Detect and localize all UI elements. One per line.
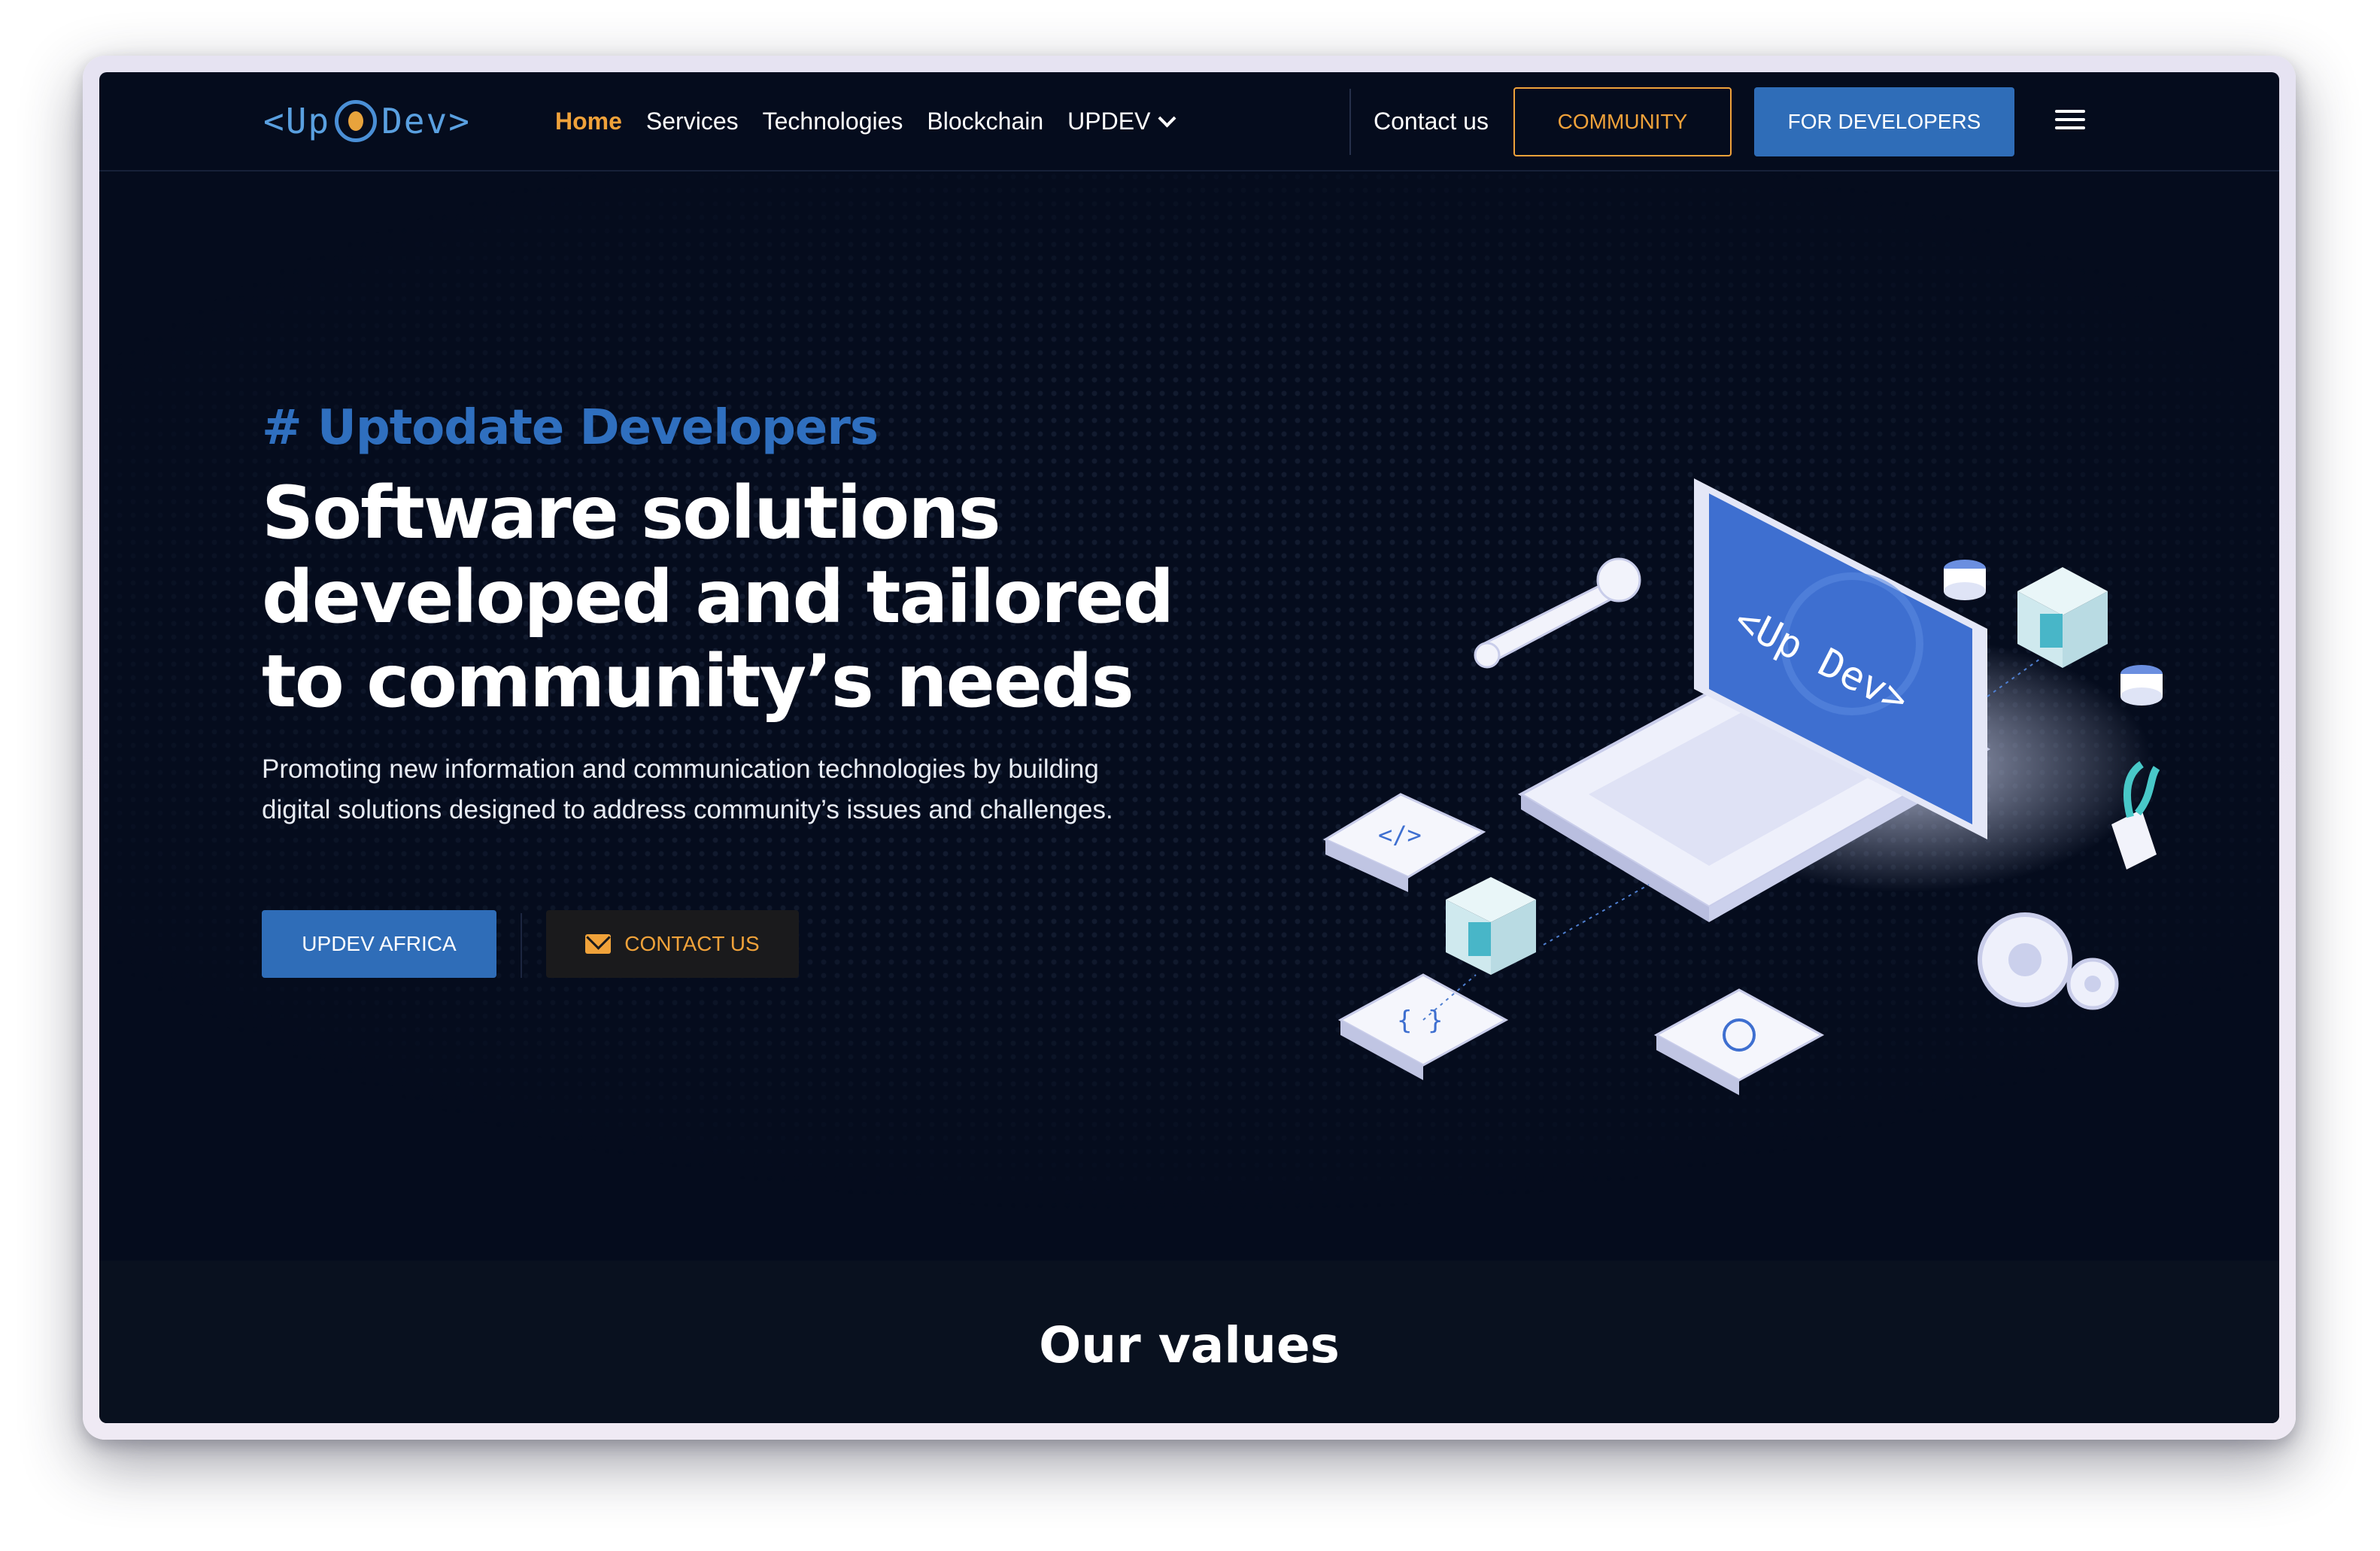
nav-technologies[interactable]: Technologies [763,102,903,140]
code-tile-icon: </> [1322,793,1486,892]
hero-subtext: Promoting new information and communicat… [262,754,1113,824]
braces-tile-label: { } [1397,1006,1443,1036]
database-icon-2 [2120,665,2163,706]
logo[interactable]: < Up Dev > [263,95,471,147]
logo-bracket-left: < [263,101,286,141]
community-button[interactable]: COMMUNITY [1513,87,1732,156]
code-tile-label: </> [1378,821,1422,849]
hero-headline: Software solutions developed and tailore… [262,471,1174,724]
updev-africa-button[interactable]: UPDEV AFRICA [262,910,496,978]
nav-updev-label: UPDEV [1067,108,1151,135]
cube-icon [1446,877,1536,975]
contact-us-label: CONTACT US [624,932,760,955]
for-developers-button[interactable]: FOR DEVELOPERS [1754,87,2014,156]
puzzle-tile-icon [1653,988,1825,1095]
hamburger-icon[interactable] [2055,110,2085,134]
cube-icon-2 [2017,567,2108,668]
braces-tile-icon: { } [1337,973,1509,1080]
hero-tagline: # Uptodate Developers [262,400,879,456]
logo-bracket-right: > [448,101,471,141]
page-window: < Up Dev > Home Services Technologies Bl… [99,72,2279,1423]
nav-home[interactable]: Home [555,102,622,140]
nav-blockchain[interactable]: Blockchain [927,102,1043,140]
gear-icon [1978,912,2119,1010]
logo-text-up: Up [285,101,331,141]
nav-updev-dropdown[interactable]: UPDEV [1067,102,1176,140]
chevron-down-icon [1158,109,1176,128]
nav-divider [1349,89,1351,155]
nav-contact-link[interactable]: Contact us [1374,102,1489,140]
nav-services[interactable]: Services [646,102,739,140]
connector-line [1543,884,1650,945]
mail-icon [585,934,612,954]
contact-us-button[interactable]: CONTACT US [546,910,799,978]
database-icon [1944,560,1986,600]
logo-bulb-icon [335,100,378,142]
values-title: Our values [1039,1316,1340,1374]
isometric-laptop-illustration: <Up Dev> </> { } [1322,478,2163,1095]
wrench-icon [1474,557,1641,669]
top-navbar: < Up Dev > Home Services Technologies Bl… [99,72,2279,171]
button-separator [521,913,522,978]
logo-text-dev: Dev [381,101,449,141]
nav-links: Home Services Technologies Blockchain UP… [555,102,1176,140]
